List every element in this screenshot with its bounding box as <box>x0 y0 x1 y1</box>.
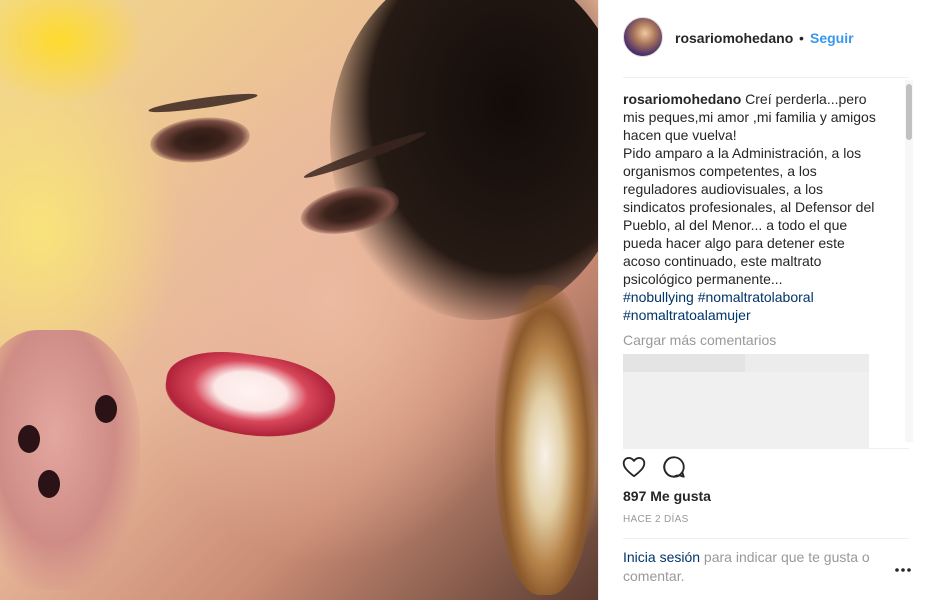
caption-first-line: rosariomohedano Creí perderla...pero <box>623 90 913 108</box>
follow-button[interactable]: Seguir <box>810 30 854 46</box>
hashtag-link[interactable]: #nobullying #nomaltratolaboral <box>623 288 913 306</box>
header-username[interactable]: rosariomohedano <box>675 30 793 46</box>
load-more-comments-button[interactable]: Cargar más comentarios <box>623 332 913 348</box>
header-divider <box>623 77 909 78</box>
comments-scrollbar-thumb[interactable] <box>906 84 912 140</box>
comment-loading-placeholder <box>623 354 869 448</box>
caption-line: hacen que vuelva! <box>623 127 737 143</box>
heart-icon[interactable] <box>621 454 647 480</box>
login-link[interactable]: Inicia sesión <box>623 549 700 565</box>
photo-hair <box>330 0 598 320</box>
login-prompt: Inicia sesión para indicar que te gusta … <box>623 548 893 586</box>
footer-divider <box>623 538 909 539</box>
post-timestamp[interactable]: HACE 2 DÍAS <box>623 514 689 525</box>
caption-line: Pido amparo a la Administración, a los <box>623 145 862 161</box>
avatar[interactable] <box>623 17 663 57</box>
ellipsis-icon-graphic <box>895 568 911 572</box>
caption-line: Creí perderla...pero <box>741 91 867 107</box>
photo-earring <box>495 285 595 595</box>
actions-divider <box>623 448 909 449</box>
caption-hashtags: #nobullying #nomaltratolaboral #nomaltra… <box>623 288 913 324</box>
caption-line: acoso continuado, este maltrato <box>623 253 822 269</box>
likes-count[interactable]: 897 Me gusta <box>623 488 711 504</box>
photo-lips <box>160 343 340 447</box>
caption-line: reguladores audiovisuales, a los <box>623 181 824 197</box>
photo-left-brow <box>147 90 259 116</box>
ellipsis-icon[interactable] <box>893 562 913 578</box>
hashtag-link[interactable]: #nomaltratoalamujer <box>623 306 913 324</box>
caption-username[interactable]: rosariomohedano <box>623 91 741 107</box>
header-separator: • <box>799 30 804 46</box>
post-side-panel: rosariomohedano • Seguir rosariomohedano… <box>598 0 932 600</box>
comments-area[interactable]: rosariomohedano Creí perderla...pero mis… <box>623 90 913 448</box>
action-bar <box>621 454 687 480</box>
comment-bubble-icon[interactable] <box>661 454 687 480</box>
comment-bubble-icon-graphic <box>663 456 685 478</box>
photo-nail <box>95 395 117 423</box>
photo-nail <box>18 425 40 453</box>
caption-line: mis peques,mi amor ,mi familia y amigos <box>623 109 876 125</box>
post-header: rosariomohedano • Seguir <box>599 0 932 78</box>
photo-nail <box>38 470 60 498</box>
caption: rosariomohedano Creí perderla...pero mis… <box>623 90 913 288</box>
caption-line: sindicatos profesionales, al Defensor de… <box>623 199 875 215</box>
heart-icon-graphic <box>622 456 646 478</box>
photo-left-eye <box>147 112 253 168</box>
caption-line: pueda hacer algo para detener este <box>623 235 845 251</box>
caption-line: psicológico permanente... <box>623 271 783 287</box>
caption-line: Pueblo, al del Menor... a todo el que <box>623 217 848 233</box>
caption-line: organismos competentes, a los <box>623 163 817 179</box>
photo-hand <box>0 330 140 590</box>
post-photo[interactable] <box>0 0 598 600</box>
